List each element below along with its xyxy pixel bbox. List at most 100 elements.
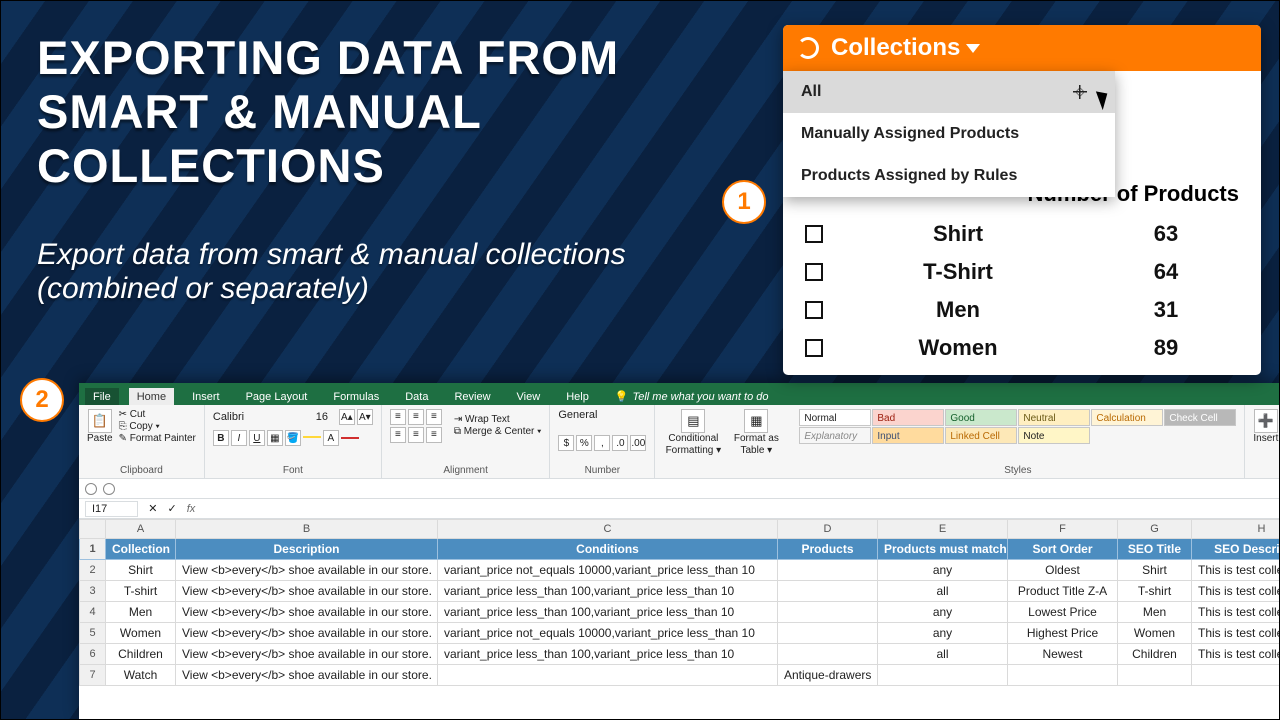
header-cell[interactable]: Conditions xyxy=(438,539,778,560)
cell[interactable]: View <b>every</b> shoe available in our … xyxy=(176,623,438,644)
cell[interactable]: Product Title Z-A xyxy=(1008,581,1118,602)
header-cell[interactable]: Description xyxy=(176,539,438,560)
cell[interactable]: View <b>every</b> shoe available in our … xyxy=(176,581,438,602)
align-right-icon[interactable]: ≡ xyxy=(426,427,442,443)
cell[interactable]: Lowest Price xyxy=(1008,602,1118,623)
cell[interactable]: Children xyxy=(106,644,176,665)
cond-format-button[interactable]: Conditional Formatting ▾ xyxy=(663,433,723,457)
fx-cancel-icon[interactable]: ✕ xyxy=(148,502,157,515)
dropdown-opt-all[interactable]: All xyxy=(783,71,1115,113)
insert-cell-icon[interactable]: ➕ xyxy=(1254,409,1278,433)
checkbox-icon[interactable] xyxy=(805,339,823,357)
col-letter[interactable]: G xyxy=(1118,520,1192,539)
insert-button[interactable]: Insert xyxy=(1253,433,1278,445)
collections-row[interactable]: T-Shirt 64 xyxy=(805,259,1239,285)
cell[interactable]: View <b>every</b> shoe available in our … xyxy=(176,560,438,581)
style-explanatory[interactable]: Explanatory … xyxy=(799,427,871,444)
dropdown-opt-manual[interactable]: Manually Assigned Products xyxy=(783,113,1115,155)
style-input[interactable]: Input xyxy=(872,427,944,444)
cell[interactable]: Men xyxy=(1118,602,1192,623)
row-number[interactable]: 5 xyxy=(80,623,106,644)
table-row[interactable]: 4MenView <b>every</b> shoe available in … xyxy=(80,602,1280,623)
cell[interactable]: Oldest xyxy=(1008,560,1118,581)
cell[interactable]: This is test collection xyxy=(1192,560,1280,581)
tab-insert[interactable]: Insert xyxy=(184,388,228,405)
style-note[interactable]: Note xyxy=(1018,427,1090,444)
cell[interactable]: View <b>every</b> shoe available in our … xyxy=(176,602,438,623)
table-row[interactable]: 5WomenView <b>every</b> shoe available i… xyxy=(80,623,1280,644)
cell[interactable]: Watch xyxy=(106,665,176,686)
collections-dropdown[interactable]: All Manually Assigned Products Products … xyxy=(783,71,1115,197)
cell[interactable]: Women xyxy=(106,623,176,644)
tab-home[interactable]: Home xyxy=(129,388,174,405)
percent-icon[interactable]: % xyxy=(576,435,592,451)
style-linked-cell[interactable]: Linked Cell xyxy=(945,427,1017,444)
table-row[interactable]: 7WatchView <b>every</b> shoe available i… xyxy=(80,665,1280,686)
shrink-font-icon[interactable]: A▾ xyxy=(357,409,373,425)
cell[interactable] xyxy=(778,602,878,623)
style-good[interactable]: Good xyxy=(945,409,1017,426)
cell[interactable]: variant_price not_equals 10000,variant_p… xyxy=(438,560,778,581)
cell[interactable]: Newest xyxy=(1008,644,1118,665)
cell[interactable] xyxy=(778,560,878,581)
cell[interactable] xyxy=(438,665,778,686)
header-cell[interactable]: Collection xyxy=(106,539,176,560)
formula-bar[interactable]: I17 ✕ ✓ fx xyxy=(79,499,1279,519)
refresh-icon[interactable] xyxy=(797,37,819,59)
cell[interactable]: all xyxy=(878,644,1008,665)
cut-button[interactable]: ✂︎ Cut xyxy=(119,409,196,421)
format-table-icon[interactable]: ▦ xyxy=(744,409,768,433)
cell[interactable] xyxy=(778,623,878,644)
number-format-select[interactable]: General xyxy=(558,409,638,421)
align-top-icon[interactable]: ≡ xyxy=(390,409,406,425)
cell[interactable]: Children xyxy=(1118,644,1192,665)
cell[interactable]: View <b>every</b> shoe available in our … xyxy=(176,665,438,686)
cell[interactable]: variant_price less_than 100,variant_pric… xyxy=(438,581,778,602)
cell[interactable] xyxy=(1118,665,1192,686)
row-number[interactable]: 3 xyxy=(80,581,106,602)
cell[interactable]: variant_price less_than 100,variant_pric… xyxy=(438,644,778,665)
align-left-icon[interactable]: ≡ xyxy=(390,427,406,443)
fx-confirm-icon[interactable]: ✓ xyxy=(168,502,177,515)
checkbox-icon[interactable] xyxy=(805,263,823,281)
collections-row[interactable]: Women 89 xyxy=(805,335,1239,361)
col-letter[interactable]: H xyxy=(1192,520,1280,539)
header-cell[interactable]: Products must match xyxy=(878,539,1008,560)
font-name-select[interactable]: Calibri xyxy=(213,411,305,423)
column-letter-row[interactable]: A B C D E F G H xyxy=(80,520,1280,539)
align-bot-icon[interactable]: ≡ xyxy=(426,409,442,425)
redo-icon[interactable] xyxy=(103,483,115,495)
inc-decimal-icon[interactable]: .0 xyxy=(612,435,628,451)
header-cell[interactable]: SEO Title xyxy=(1118,539,1192,560)
tab-help[interactable]: Help xyxy=(558,388,597,405)
collections-row[interactable]: Men 31 xyxy=(805,297,1239,323)
header-cell[interactable]: Sort Order xyxy=(1008,539,1118,560)
style-neutral[interactable]: Neutral xyxy=(1018,409,1090,426)
tab-formulas[interactable]: Formulas xyxy=(325,388,387,405)
cell[interactable] xyxy=(778,581,878,602)
cell[interactable]: any xyxy=(878,560,1008,581)
cell[interactable]: Highest Price xyxy=(1008,623,1118,644)
cell[interactable] xyxy=(1008,665,1118,686)
tab-view[interactable]: View xyxy=(509,388,549,405)
name-box[interactable]: I17 xyxy=(85,501,138,517)
cell[interactable]: Antique-drawers xyxy=(778,665,878,686)
quick-access-bar[interactable] xyxy=(79,479,1279,499)
chevron-down-icon[interactable] xyxy=(966,44,980,53)
fill-color-icon[interactable]: 🪣 xyxy=(285,430,301,446)
tab-data[interactable]: Data xyxy=(397,388,436,405)
bold-button[interactable]: B xyxy=(213,430,229,446)
cell[interactable]: T-shirt xyxy=(1118,581,1192,602)
cell[interactable]: T-shirt xyxy=(106,581,176,602)
undo-icon[interactable] xyxy=(85,483,97,495)
border-icon[interactable]: ▦ xyxy=(267,430,283,446)
col-letter[interactable]: B xyxy=(176,520,438,539)
style-normal[interactable]: Normal xyxy=(799,409,871,426)
collections-row[interactable]: Shirt 63 xyxy=(805,221,1239,247)
cond-format-icon[interactable]: ▤ xyxy=(681,409,705,433)
cell[interactable]: variant_price not_equals 10000,variant_p… xyxy=(438,623,778,644)
tell-me-search[interactable]: Tell me what you want to do xyxy=(607,387,777,405)
checkbox-icon[interactable] xyxy=(805,301,823,319)
cell[interactable]: This is test collection xyxy=(1192,644,1280,665)
row-number[interactable]: 2 xyxy=(80,560,106,581)
